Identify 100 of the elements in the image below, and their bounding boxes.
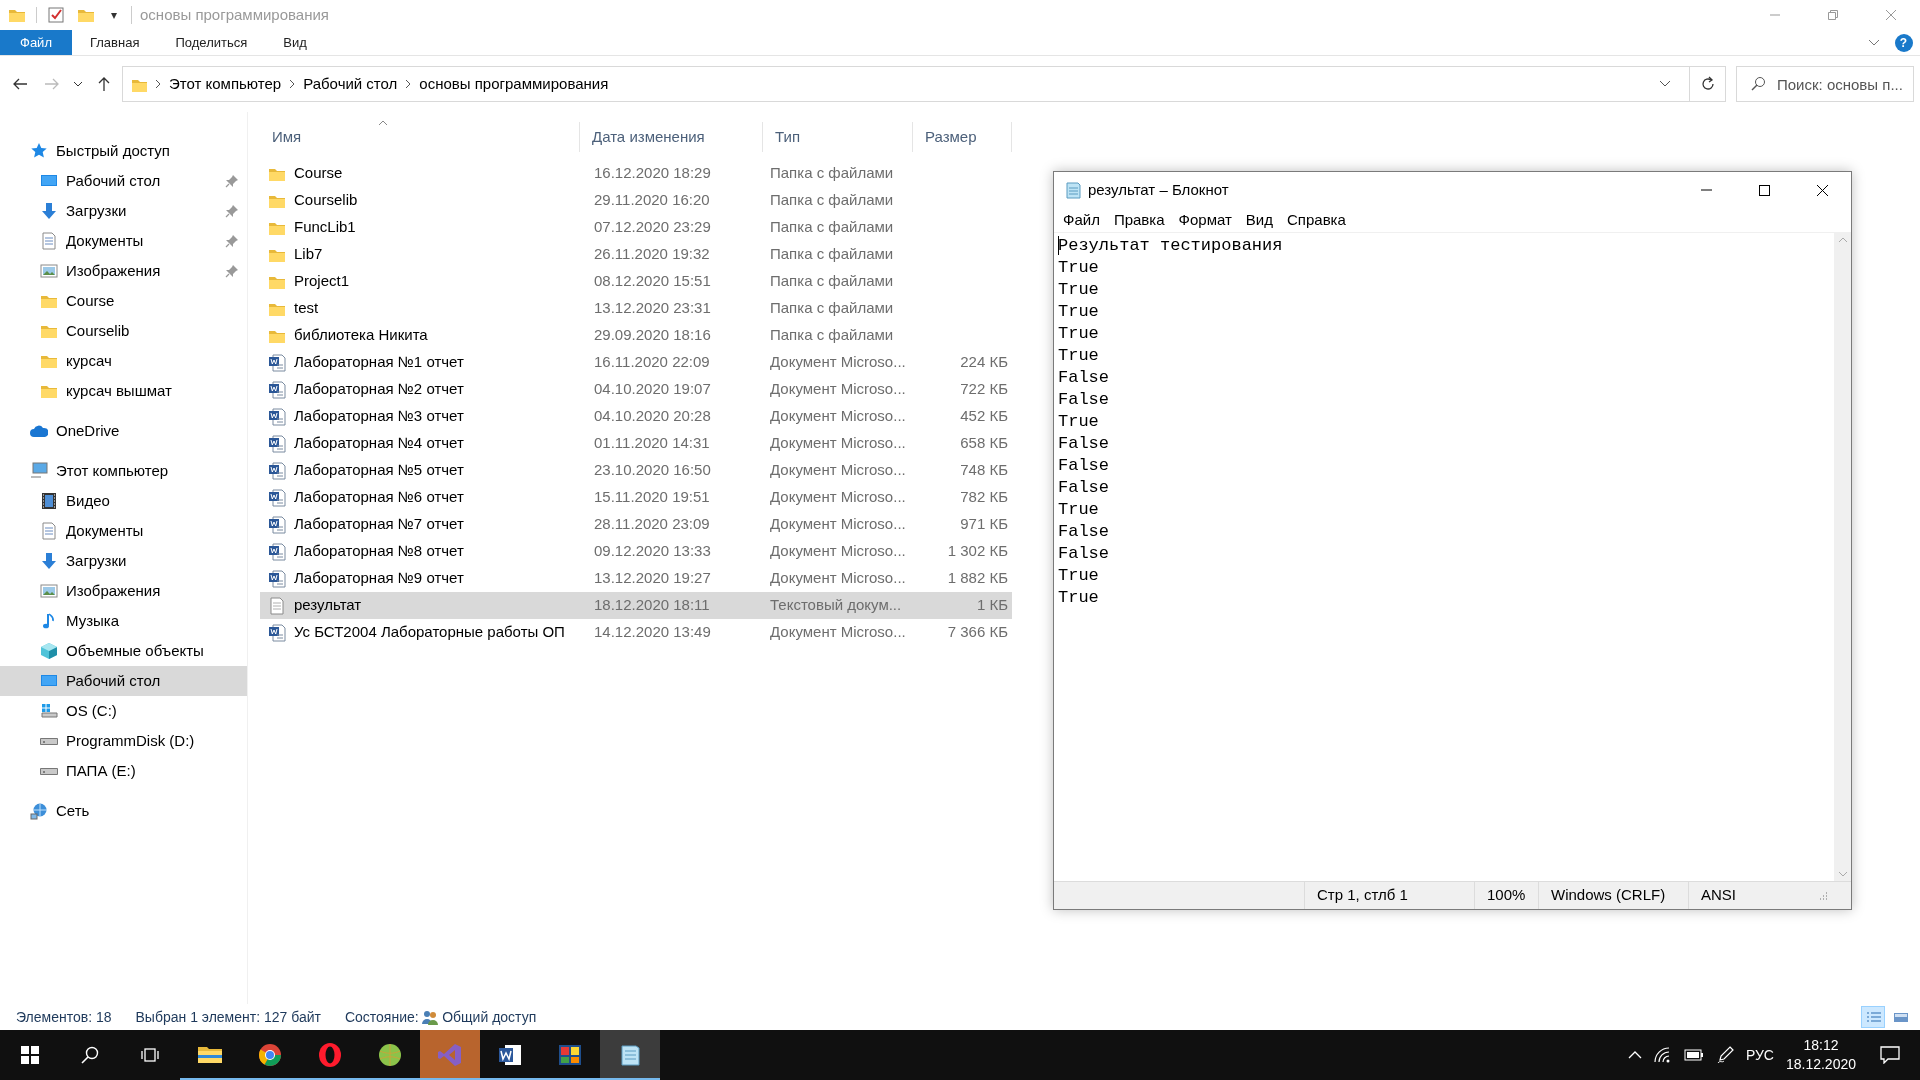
sidebar-item[interactable]: Рабочий стол (0, 666, 247, 696)
taskbar-app-button[interactable] (600, 1030, 660, 1080)
tiles-view-icon (1892, 1010, 1909, 1024)
wifi-icon[interactable] (1653, 1047, 1672, 1063)
text-file-icon (268, 596, 286, 615)
sidebar-item[interactable]: Сеть (0, 796, 247, 826)
address-bar[interactable]: Этот компьютер Рабочий стол основы программирования (122, 66, 1690, 102)
file-row[interactable]: Course 16.12.2020 18:29 Папка с файлами (260, 160, 1012, 187)
clock-time[interactable]: 18:12 (1803, 1036, 1839, 1055)
search-field[interactable]: Поиск: основы п... (1736, 66, 1914, 102)
text-line: True (1058, 587, 1100, 609)
file-row[interactable]: Лабораторная №5 отчет 23.10.2020 16:50 Документ Microso... 748 КБ (260, 457, 1012, 484)
sidebar-item[interactable]: OS (C:) (0, 696, 247, 726)
file-row[interactable]: Лабораторная №4 отчет 01.11.2020 14:31 Документ Microso... 658 КБ (260, 430, 1012, 457)
sidebar-item[interactable]: курсач (0, 346, 247, 376)
sidebar-item[interactable]: ProgrammDisk (D:) (0, 726, 247, 756)
sidebar-item[interactable]: Музыка (0, 606, 247, 636)
text-editor[interactable]: Результат тестирования True True True True True False False True False False False True False False True True (1054, 233, 1834, 881)
ball-icon (377, 1042, 403, 1068)
menu-item[interactable]: Вид (1238, 208, 1280, 232)
date-modified: 04.10.2020 19:07 (593, 379, 712, 400)
breadcrumb[interactable]: Рабочий стол (303, 72, 398, 96)
sidebar-item[interactable]: Изображения (0, 576, 247, 606)
refresh-button[interactable] (1690, 66, 1726, 102)
resize-grip-icon (1818, 890, 1828, 901)
selection-info: Выбран 1 элемент: 127 байт (135, 1007, 321, 1027)
sidebar-item[interactable]: OneDrive (0, 416, 247, 446)
sidebar-item[interactable]: Быстрый доступ (0, 136, 247, 166)
chevron-up-icon[interactable] (1627, 1051, 1642, 1059)
file-type: Документ Microso... (769, 379, 907, 400)
menu-item[interactable]: Файл (1056, 208, 1107, 232)
file-size: 722 КБ (960, 380, 1008, 398)
file-row[interactable]: Лабораторная №7 отчет 28.11.2020 23:09 Документ Microso... 971 КБ (260, 511, 1012, 538)
file-size: 971 КБ (960, 515, 1008, 533)
menu-item[interactable]: Правка (1106, 208, 1172, 232)
file-type: Документ Microso... (769, 541, 907, 562)
file-name: Course (294, 163, 343, 184)
breadcrumb[interactable]: Этот компьютер (169, 72, 282, 96)
file-row[interactable]: Лабораторная №2 отчет 04.10.2020 19:07 Документ Microso... 722 КБ (260, 376, 1012, 403)
pen-icon[interactable] (1715, 1046, 1734, 1064)
window-title: основы программирования (140, 4, 329, 25)
sidebar-item[interactable]: Загрузки (0, 196, 247, 226)
search-icon (1750, 76, 1766, 92)
close-icon (1815, 183, 1829, 197)
file-row[interactable]: Лабораторная №9 отчет 13.12.2020 19:27 Документ Microso... 1 882 КБ (260, 565, 1012, 592)
sidebar-item[interactable]: Course (0, 286, 247, 316)
battery-icon[interactable] (1683, 1048, 1704, 1062)
sidebar-item[interactable]: Объемные объекты (0, 636, 247, 666)
download-arrow-icon (40, 202, 58, 220)
sidebar-item[interactable]: Courselib (0, 316, 247, 346)
clock-date[interactable]: 18.12.2020 (1785, 1055, 1856, 1074)
help-button[interactable]: ? (1894, 33, 1913, 52)
sidebar-item[interactable]: Загрузки (0, 546, 247, 576)
menu-item[interactable]: Справка (1280, 208, 1353, 232)
chevron-down-icon (73, 81, 83, 87)
details-view-icon (1864, 1010, 1881, 1024)
menu-item[interactable]: Формат (1171, 208, 1239, 232)
file-row[interactable]: Lib7 26.11.2020 19:32 Папка с файлами (260, 241, 1012, 268)
ribbon-tab[interactable]: Файл (0, 30, 72, 55)
file-type: Папка с файлами (769, 244, 895, 265)
chevron-down-icon[interactable] (1659, 80, 1671, 88)
language-indicator[interactable]: РУС (1745, 1044, 1774, 1066)
breadcrumb[interactable]: основы программирования (419, 72, 609, 96)
text-line: False (1058, 521, 1110, 543)
refresh-icon (1699, 76, 1716, 92)
file-row[interactable]: test 13.12.2020 23:31 Папка с файлами (260, 295, 1012, 322)
file-row[interactable]: Лабораторная №8 отчет 09.12.2020 13:33 Документ Microso... 1 302 КБ (260, 538, 1012, 565)
column-header[interactable]: Тип (763, 122, 913, 152)
sidebar-item[interactable]: Видео (0, 486, 247, 516)
file-row[interactable]: результат 18.12.2020 18:11 Текстовый докум... 1 КБ (260, 592, 1012, 619)
date-modified: 16.12.2020 18:29 (593, 163, 712, 184)
scrollbar[interactable] (1834, 233, 1851, 881)
sidebar-item[interactable]: Рабочий стол (0, 166, 247, 196)
date-modified: 15.11.2020 19:51 (593, 487, 711, 508)
sidebar-item[interactable]: Этот компьютер (0, 456, 247, 486)
sidebar-item[interactable]: ПАПА (E:) (0, 756, 247, 786)
date-modified: 28.11.2020 23:09 (593, 514, 711, 535)
sidebar-item[interactable]: Изображения (0, 256, 247, 286)
sidebar-item[interactable]: курсач вышмат (0, 376, 247, 406)
column-header[interactable]: Дата изменения (580, 122, 763, 152)
ribbon-tab[interactable]: Вид (265, 30, 325, 55)
column-header[interactable]: Размер (913, 122, 1012, 152)
file-row[interactable]: FuncLib1 07.12.2020 23:29 Папка с файлами (260, 214, 1012, 241)
file-row[interactable]: Лабораторная №6 отчет 15.11.2020 19:51 Документ Microso... 782 КБ (260, 484, 1012, 511)
file-row[interactable]: Project1 08.12.2020 15:51 Папка с файлами (260, 268, 1012, 295)
column-header[interactable]: Имя (260, 122, 580, 152)
ribbon-tab[interactable]: Поделиться (157, 30, 266, 55)
customize-dropdown[interactable]: ▾ (105, 1, 123, 29)
chevron-down-icon[interactable] (1867, 38, 1880, 47)
file-type: Документ Microso... (769, 514, 907, 535)
file-row[interactable]: Courselib 29.11.2020 16:20 Папка с файлами (260, 187, 1012, 214)
computer-icon (30, 462, 48, 480)
file-row[interactable]: Ус БСТ2004 Лабораторные работы ОП 14.12.2020 13:49 Документ Microso... 7 366 КБ (260, 619, 1012, 646)
sidebar-item[interactable]: Документы (0, 226, 247, 256)
file-row[interactable]: Лабораторная №1 отчет 16.11.2020 22:09 Документ Microso... 224 КБ (260, 349, 1012, 376)
file-row[interactable]: Лабораторная №3 отчет 04.10.2020 20:28 Документ Microso... 452 КБ (260, 403, 1012, 430)
ribbon-tab[interactable]: Главная (71, 30, 158, 55)
file-row[interactable]: библиотека Никита 29.09.2020 18:16 Папка с файлами (260, 322, 1012, 349)
picture-icon (40, 582, 58, 600)
sidebar-item[interactable]: Документы (0, 516, 247, 546)
